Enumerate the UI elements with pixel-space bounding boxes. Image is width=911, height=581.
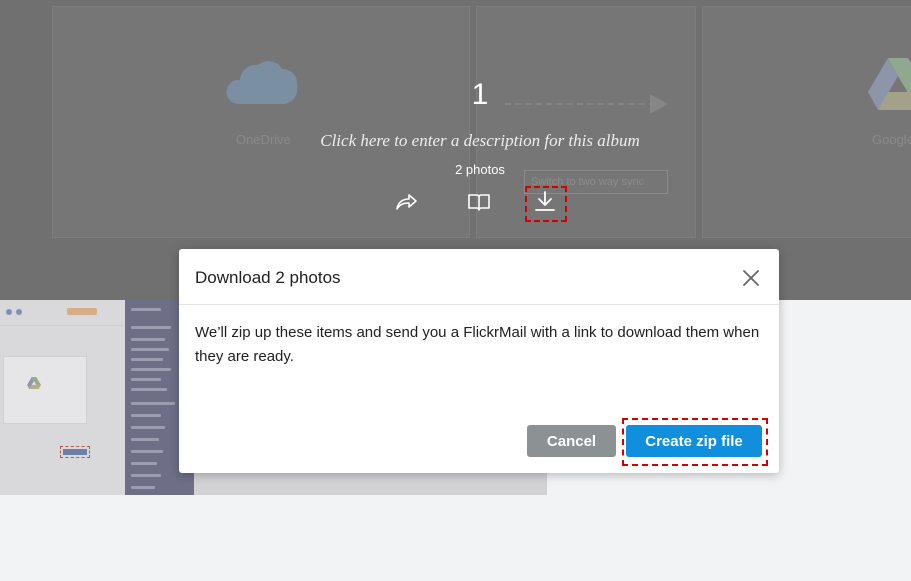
thumbnail-dot xyxy=(16,309,22,315)
thumbnail-line xyxy=(131,414,161,417)
album-description[interactable]: Click here to enter a description for th… xyxy=(0,131,911,151)
thumbnail-line xyxy=(131,308,161,311)
download-highlight-box xyxy=(525,186,567,222)
create-zip-file-button[interactable]: Create zip file xyxy=(626,425,762,457)
thumbnail-line xyxy=(131,348,169,351)
thumbnail-badge xyxy=(67,308,97,315)
book-icon xyxy=(468,194,490,211)
thumbnail-line xyxy=(131,358,163,361)
thumbnail-line xyxy=(131,402,175,405)
dialog-divider xyxy=(179,304,779,305)
thumbnail-line xyxy=(131,462,157,465)
thumbnail-button xyxy=(60,446,90,458)
thumbnail-line xyxy=(131,338,165,341)
thumbnail-drive-icon xyxy=(27,377,41,389)
background-card-google xyxy=(702,6,911,238)
thumbnail-dot xyxy=(6,309,12,315)
thumbnail-line xyxy=(131,438,159,441)
thumbnail-line xyxy=(131,426,165,429)
share-button[interactable] xyxy=(392,188,420,216)
download-dialog: Download 2 photos We’ll zip up these ite… xyxy=(179,249,779,473)
close-icon xyxy=(743,270,759,286)
thumbnail-line xyxy=(131,474,161,477)
thumbnail-line xyxy=(131,486,155,489)
thumbnail-line xyxy=(131,378,161,381)
thumbnail-line xyxy=(131,326,171,329)
dialog-message: We’ll zip up these items and send you a … xyxy=(195,324,760,365)
share-icon xyxy=(396,194,417,210)
thumbnail-line xyxy=(131,368,171,371)
thumbnail-line xyxy=(131,450,163,453)
thumbnail-topbar xyxy=(0,300,125,326)
close-button[interactable] xyxy=(740,267,762,289)
thumbnail-left-panel xyxy=(0,300,125,495)
thumbnail-line xyxy=(131,388,167,391)
dialog-title: Download 2 photos xyxy=(195,268,341,287)
book-button[interactable] xyxy=(465,188,493,216)
background-card-middle xyxy=(476,6,696,238)
photo-count: 2 photos xyxy=(455,162,505,177)
cancel-button[interactable]: Cancel xyxy=(527,425,616,457)
thumbnail-card xyxy=(3,356,87,424)
album-title[interactable]: 1 xyxy=(0,78,911,112)
